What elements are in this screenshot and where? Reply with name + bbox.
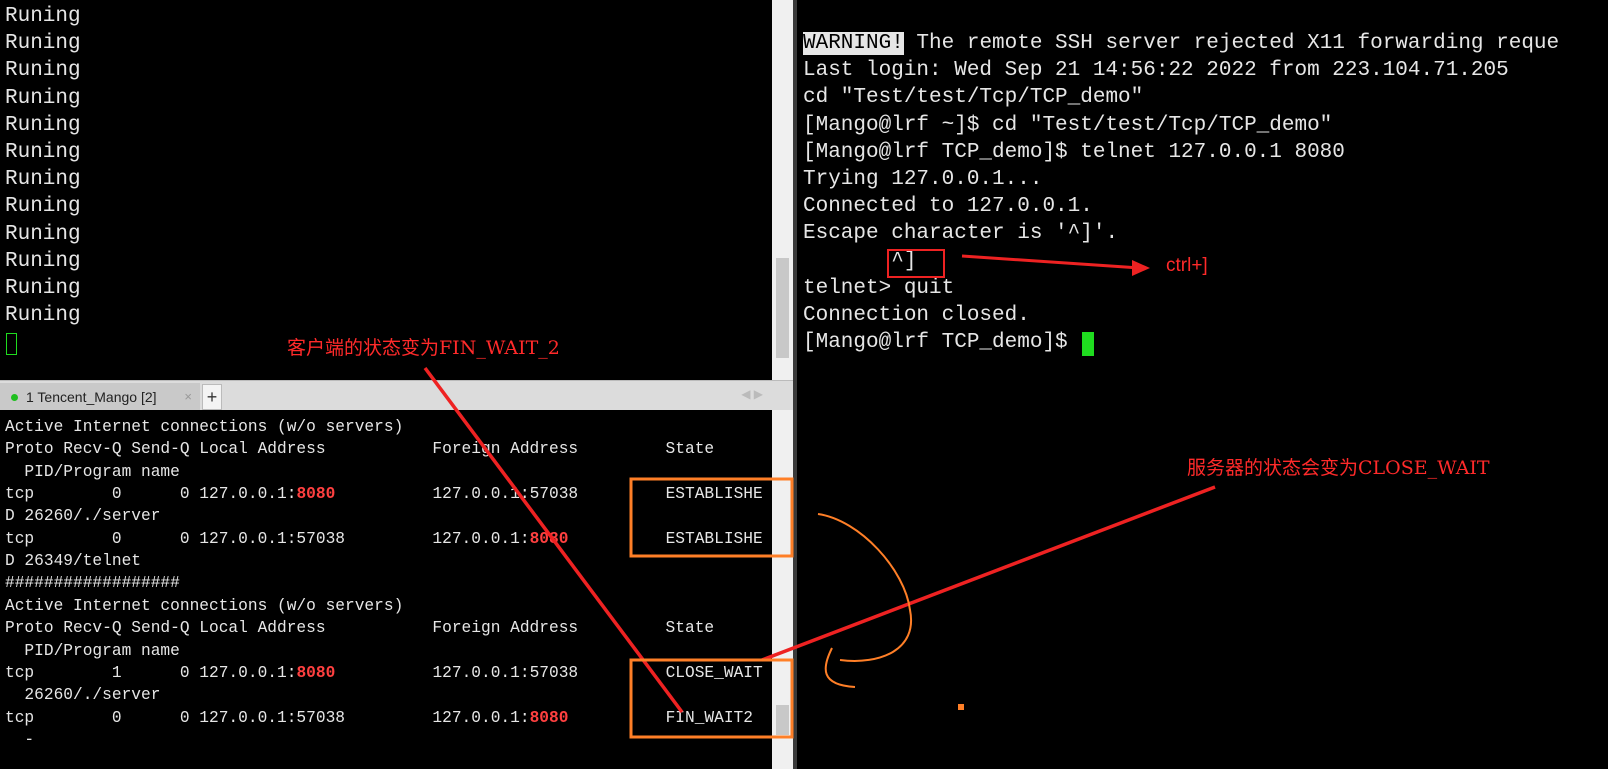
arrow-head-icon [1132,260,1150,276]
key-highlight-box [887,249,945,278]
established-highlight-box [629,477,794,558]
orange-dot [958,704,964,710]
ctrl-arrow [961,254,1141,270]
annotation-overlay [423,249,1216,739]
ctrl-key-annotation: ctrl+] [1166,255,1208,276]
client-state-annotation: 客户端的状态变为FIN_WAIT_2 [287,337,560,359]
server-state-annotation: 服务器的状态会变为CLOSE_WAIT [1187,457,1490,479]
server-arrow [761,485,1216,662]
close-states-highlight-box [629,658,794,739]
orange-scribble [817,513,913,688]
